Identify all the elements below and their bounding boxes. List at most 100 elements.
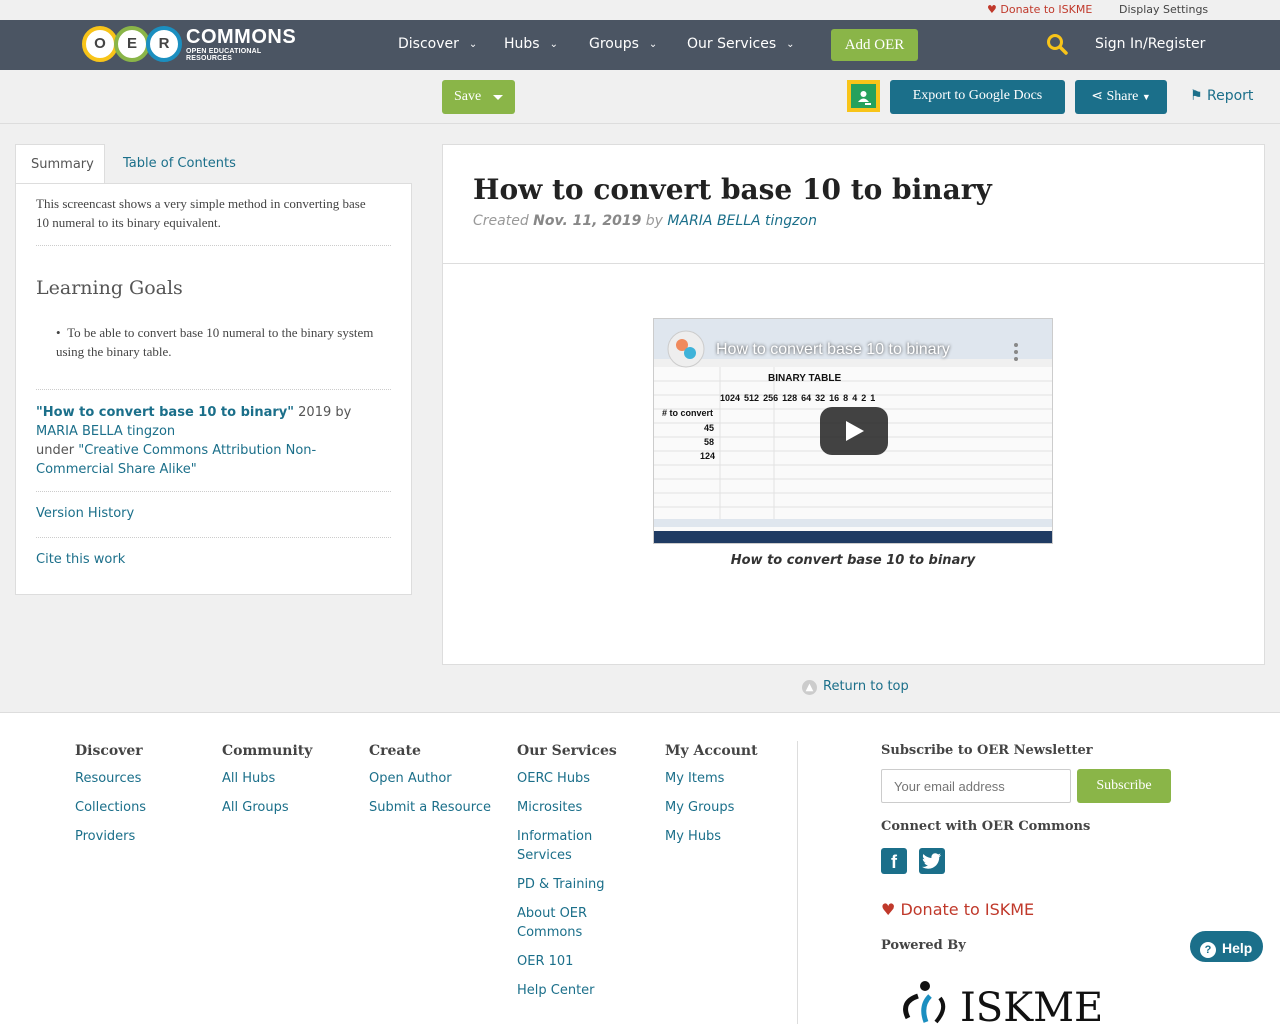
- divider: [36, 245, 391, 246]
- footer-col-our-services: Our Services OERC Hubs Microsites Inform…: [517, 743, 617, 1010]
- heart-icon: ♥: [987, 3, 997, 16]
- chevron-down-icon: ⌄: [786, 39, 795, 50]
- divider: [443, 263, 1264, 264]
- add-oer-button[interactable]: Add OER: [831, 29, 918, 61]
- twitter-icon[interactable]: [919, 848, 945, 874]
- search-icon[interactable]: [1046, 33, 1068, 55]
- chevron-down-icon: ⌄: [468, 39, 478, 50]
- footer-donate-link[interactable]: ♥ Donate to ISKME: [881, 900, 1034, 919]
- connect-heading: Connect with OER Commons: [881, 819, 1091, 834]
- utility-bar: ♥ Donate to ISKME Display Settings: [0, 0, 1280, 20]
- attribution: "How to convert base 10 to binary" 2019 …: [36, 405, 352, 477]
- video-player[interactable]: How to convert base 10 to binary BINARY …: [653, 318, 1053, 544]
- video-row-value: 45: [704, 423, 715, 433]
- footer-link[interactable]: My Hubs: [665, 827, 758, 846]
- cite-this-work-link[interactable]: Cite this work: [36, 552, 125, 567]
- page-title: How to convert base 10 to binary: [473, 173, 992, 206]
- footer-link[interactable]: All Groups: [222, 798, 312, 817]
- help-button[interactable]: ? Help: [1188, 929, 1265, 964]
- footer-heading: Community: [222, 743, 313, 759]
- footer-heading: My Account: [665, 743, 758, 759]
- summary-panel: This screencast shows a very simple meth…: [15, 183, 412, 595]
- divider: [797, 741, 798, 1024]
- save-button[interactable]: Save: [442, 80, 515, 114]
- flag-icon: ⚑: [1190, 88, 1203, 104]
- footer-link[interactable]: Resources: [75, 769, 146, 788]
- footer-heading: Discover: [75, 743, 143, 759]
- video-row-value: 124: [700, 451, 716, 461]
- video-row-label: # to convert: [662, 408, 714, 418]
- footer-col-community: Community All Hubs All Groups: [222, 743, 312, 827]
- byline: Created Nov. 11, 2019 by MARIA BELLA tin…: [473, 213, 817, 229]
- footer-link[interactable]: Help Center: [517, 981, 617, 1000]
- display-settings-link[interactable]: Display Settings: [1119, 3, 1208, 16]
- footer-link[interactable]: My Groups: [665, 798, 758, 817]
- attribution-title-link[interactable]: "How to convert base 10 to binary": [36, 405, 294, 420]
- video-row-value: 58: [704, 437, 715, 447]
- footer-link[interactable]: Information Services: [517, 827, 617, 865]
- share-icon: ⋖: [1091, 89, 1103, 104]
- powered-by-heading: Powered By: [881, 938, 966, 953]
- site-footer: Discover Resources Collections Providers…: [0, 712, 1280, 1024]
- donate-link[interactable]: ♥ Donate to ISKME: [987, 3, 1092, 16]
- caret-down-icon: ▼: [1141, 92, 1151, 102]
- question-icon: ?: [1200, 942, 1216, 958]
- heart-icon: ♥: [881, 900, 896, 919]
- subscribe-button[interactable]: Subscribe: [1077, 769, 1171, 803]
- license-link[interactable]: "Creative Commons Attribution Non-Commer…: [36, 443, 316, 477]
- footer-link[interactable]: Providers: [75, 827, 146, 846]
- footer-col-create: Create Open Author Submit a Resource: [369, 743, 491, 827]
- footer-link[interactable]: Submit a Resource: [369, 798, 491, 817]
- footer-link[interactable]: About OER Commons: [517, 904, 617, 942]
- sign-in-register-link[interactable]: Sign In/Register: [1095, 36, 1205, 52]
- footer-link[interactable]: PD & Training: [517, 875, 617, 894]
- google-classroom-icon[interactable]: [847, 80, 880, 112]
- version-history-link[interactable]: Version History: [36, 506, 134, 521]
- footer-link[interactable]: All Hubs: [222, 769, 312, 788]
- summary-text: This screencast shows a very simple meth…: [36, 196, 366, 230]
- oer-commons-logo[interactable]: O E R COMMONS OPEN EDUCATIONAL RESOURCES: [82, 26, 296, 62]
- attribution-author-link[interactable]: MARIA BELLA tingzon: [36, 424, 175, 439]
- nav-discover[interactable]: Discover ⌄: [398, 36, 477, 52]
- footer-link[interactable]: OER 101: [517, 952, 617, 971]
- arrow-up-circle-icon: ▲: [802, 680, 817, 695]
- learning-goals-heading: Learning Goals: [36, 277, 183, 299]
- tab-summary[interactable]: Summary: [15, 144, 105, 184]
- divider: [36, 389, 391, 390]
- footer-link[interactable]: My Items: [665, 769, 758, 788]
- nav-groups[interactable]: Groups ⌄: [589, 36, 657, 52]
- footer-link[interactable]: Microsites: [517, 798, 617, 817]
- nav-hubs[interactable]: Hubs ⌄: [504, 36, 558, 52]
- footer-link[interactable]: Open Author: [369, 769, 491, 788]
- sidebar-tabs: Summary Table of Contents: [15, 144, 412, 184]
- resource-toolbar: Save Export to Google Docs ⋖ Share ▼ ⚑ R…: [0, 70, 1280, 124]
- logo-letter: O: [82, 26, 118, 62]
- facebook-icon[interactable]: f: [881, 848, 907, 874]
- return-to-top-link[interactable]: ▲ Return to top: [802, 679, 909, 695]
- learning-goal-item: • To be able to convert base 10 numeral …: [56, 325, 374, 359]
- footer-col-discover: Discover Resources Collections Providers: [75, 743, 146, 856]
- footer-col-my-account: My Account My Items My Groups My Hubs: [665, 743, 758, 856]
- nav-our-services[interactable]: Our Services ⌄: [687, 36, 795, 52]
- share-button[interactable]: ⋖ Share ▼: [1075, 80, 1167, 114]
- newsletter-heading: Subscribe to OER Newsletter: [881, 743, 1093, 758]
- video-caption: How to convert base 10 to binary: [730, 553, 976, 568]
- newsletter-email-input[interactable]: [881, 769, 1071, 803]
- divider: [36, 491, 391, 492]
- footer-heading: Create: [369, 743, 421, 759]
- tab-table-of-contents[interactable]: Table of Contents: [108, 144, 251, 184]
- iskme-wordmark: ISKME: [960, 985, 1104, 1024]
- logo-tagline: OPEN EDUCATIONAL RESOURCES: [186, 48, 262, 62]
- video-title: How to convert base 10 to binary: [716, 341, 950, 358]
- export-google-docs-button[interactable]: Export to Google Docs: [890, 80, 1065, 114]
- created-date: Nov. 11, 2019: [533, 213, 642, 229]
- author-link[interactable]: MARIA BELLA tingzon: [667, 213, 817, 229]
- iskme-logo[interactable]: ISKME: [890, 978, 1103, 1024]
- logo-letter: E: [114, 26, 150, 62]
- report-link[interactable]: ⚑ Report: [1190, 88, 1253, 104]
- logo-letter: R: [146, 26, 182, 62]
- footer-link[interactable]: Collections: [75, 798, 146, 817]
- resource-content: How to convert base 10 to binary Created…: [442, 144, 1265, 665]
- chevron-down-icon: ⌄: [648, 39, 658, 50]
- footer-link[interactable]: OERC Hubs: [517, 769, 617, 788]
